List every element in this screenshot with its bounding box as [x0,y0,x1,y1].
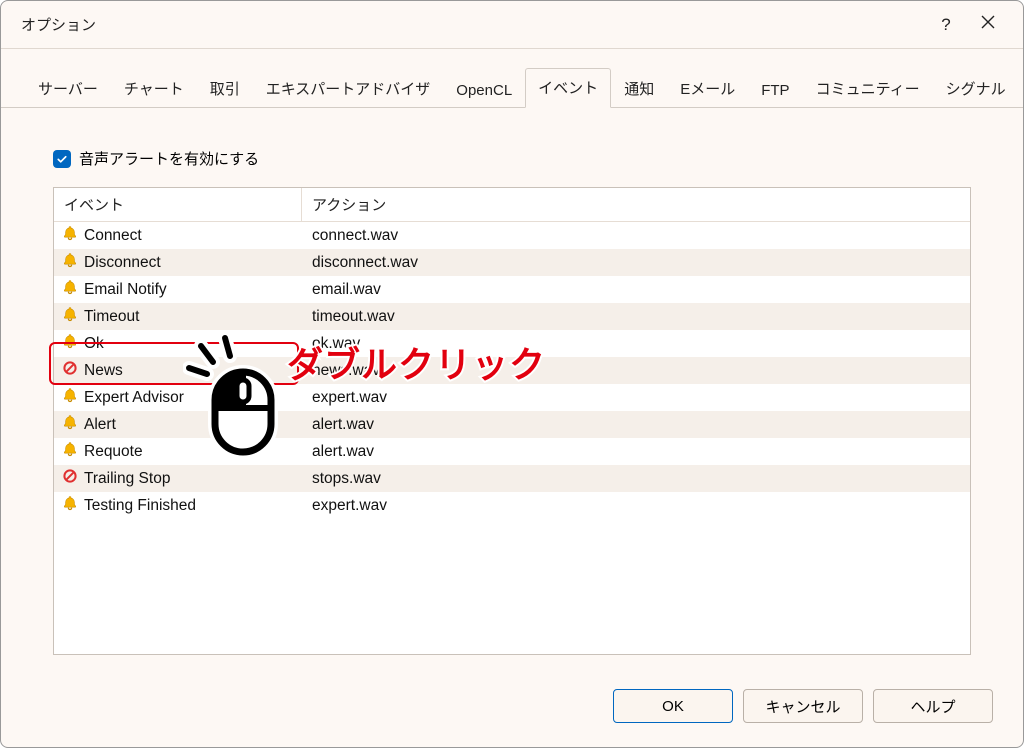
action-cell[interactable]: email.wav [302,281,970,299]
tab-4[interactable]: OpenCL [443,73,525,108]
table-row[interactable]: News news.wav [54,357,970,384]
help-button[interactable]: ? [925,2,967,48]
bell-icon[interactable] [62,279,78,300]
tab-1[interactable]: チャート [111,69,197,108]
table-body: Connect connect.wav Disconnect disconnect.w… [54,222,970,654]
table-header: イベント アクション [54,188,970,222]
tab-10[interactable]: シグナル [933,69,1019,108]
close-button[interactable] [967,2,1009,48]
header-event[interactable]: イベント [54,188,302,221]
forbid-icon[interactable] [62,468,78,489]
tab-content: 音声アラートを有効にする イベント アクション Connect connect.w… [1,108,1023,673]
ok-button[interactable]: OK [613,689,733,723]
close-icon [980,14,996,30]
enable-sound-alerts-checkbox[interactable] [53,150,71,168]
event-label: Timeout [84,308,139,326]
tab-3[interactable]: エキスパートアドバイザ [253,69,444,108]
table-row[interactable]: Connect connect.wav [54,222,970,249]
header-action[interactable]: アクション [302,188,970,221]
action-cell[interactable]: news.wav [302,362,970,380]
checkmark-icon [56,153,68,165]
window-title: オプション [21,14,925,35]
bell-icon[interactable] [62,252,78,273]
table-row[interactable]: Expert Advisor expert.wav [54,384,970,411]
help-button-footer[interactable]: ヘルプ [873,689,993,723]
bell-icon[interactable] [62,414,78,435]
tab-9[interactable]: コミュニティー [803,69,933,108]
cancel-button[interactable]: キャンセル [743,689,863,723]
event-label: Ok [84,335,104,353]
event-label: Requote [84,443,143,461]
event-cell: Alert [54,414,302,435]
event-label: Email Notify [84,281,167,299]
table-row[interactable]: Requote alert.wav [54,438,970,465]
event-cell: Expert Advisor [54,387,302,408]
event-label: Connect [84,227,142,245]
action-cell[interactable]: alert.wav [302,443,970,461]
event-label: Expert Advisor [84,389,184,407]
tab-8[interactable]: FTP [748,73,802,108]
event-cell: Timeout [54,306,302,327]
event-label: Testing Finished [84,497,196,515]
event-label: Disconnect [84,254,161,272]
bell-icon[interactable] [62,225,78,246]
tab-0[interactable]: サーバー [25,69,111,108]
forbid-icon[interactable] [62,360,78,381]
tab-2[interactable]: 取引 [197,69,253,108]
event-label: Alert [84,416,116,434]
table-row[interactable]: Disconnect disconnect.wav [54,249,970,276]
event-cell: Disconnect [54,252,302,273]
table-row[interactable]: Testing Finished expert.wav [54,492,970,519]
options-dialog: オプション ? サーバーチャート取引エキスパートアドバイザOpenCLイベント通… [0,0,1024,748]
event-label: Trailing Stop [84,470,170,488]
action-cell[interactable]: stops.wav [302,470,970,488]
bell-icon[interactable] [62,441,78,462]
table-row[interactable]: Timeout timeout.wav [54,303,970,330]
tab-5[interactable]: イベント [525,68,611,108]
dialog-footer: OK キャンセル ヘルプ [1,673,1023,747]
bell-icon[interactable] [62,333,78,354]
action-cell[interactable]: disconnect.wav [302,254,970,272]
table-row[interactable]: Ok ok.wav [54,330,970,357]
table-row[interactable]: Trailing Stop stops.wav [54,465,970,492]
bell-icon[interactable] [62,306,78,327]
enable-sound-alerts-label: 音声アラートを有効にする [79,148,259,169]
tab-bar: サーバーチャート取引エキスパートアドバイザOpenCLイベント通知EメールFTP… [1,49,1023,108]
event-cell: Ok [54,333,302,354]
titlebar: オプション ? [1,1,1023,49]
action-cell[interactable]: alert.wav [302,416,970,434]
action-cell[interactable]: expert.wav [302,389,970,407]
table-row[interactable]: Alert alert.wav [54,411,970,438]
event-cell: Connect [54,225,302,246]
tab-6[interactable]: 通知 [611,69,667,108]
event-label: News [84,362,123,380]
table-row[interactable]: Email Notify email.wav [54,276,970,303]
event-cell: Email Notify [54,279,302,300]
event-cell: News [54,360,302,381]
bell-icon[interactable] [62,387,78,408]
enable-sound-alerts-row[interactable]: 音声アラートを有効にする [53,148,971,169]
events-table: イベント アクション Connect connect.wav Disconnect d… [53,187,971,655]
event-cell: Requote [54,441,302,462]
event-cell: Trailing Stop [54,468,302,489]
event-cell: Testing Finished [54,495,302,516]
action-cell[interactable]: expert.wav [302,497,970,515]
action-cell[interactable]: connect.wav [302,227,970,245]
tab-7[interactable]: Eメール [667,69,748,108]
action-cell[interactable]: ok.wav [302,335,970,353]
bell-icon[interactable] [62,495,78,516]
action-cell[interactable]: timeout.wav [302,308,970,326]
